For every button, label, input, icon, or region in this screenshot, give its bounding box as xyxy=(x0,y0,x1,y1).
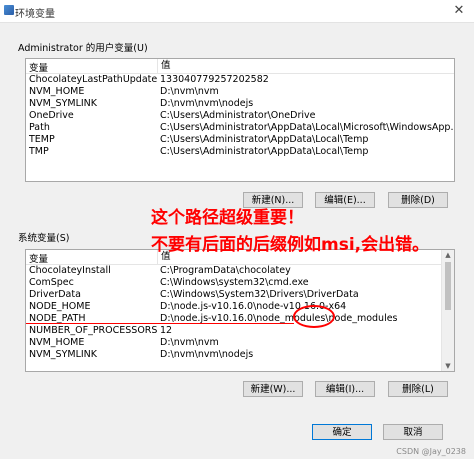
annotation-line-1: 这个路径超级重要！ xyxy=(151,208,304,228)
user-variables-label: Administrator 的用户变量(U) xyxy=(18,43,148,54)
table-row[interactable]: ComSpec C:\Windows\system32\cmd.exe xyxy=(26,277,454,289)
list-header[interactable]: 变量 值 xyxy=(26,59,454,74)
cancel-button[interactable]: 取消 xyxy=(383,424,443,440)
scroll-up-icon[interactable]: ▲ xyxy=(442,250,454,260)
system-variables-label: 系统变量(S) xyxy=(18,233,70,244)
table-row[interactable]: Path C:\Users\Administrator\AppData\Local… xyxy=(26,122,454,134)
scrollbar-thumb[interactable] xyxy=(445,262,451,310)
system-delete-button[interactable]: 删除(L) xyxy=(388,381,448,397)
table-row[interactable]: NVM_SYMLINK D:\nvm\nvm\nodejs xyxy=(26,98,454,110)
column-header-variable[interactable]: 变量 xyxy=(29,251,48,265)
variable-value: D:\nvm\nvm xyxy=(160,86,219,97)
variable-value: C:\Windows\System32\Drivers\DriverData xyxy=(160,289,359,300)
table-row[interactable]: NUMBER_OF_PROCESSORS 12 xyxy=(26,325,454,337)
ok-button[interactable]: 确定 xyxy=(312,424,372,440)
column-header-value[interactable]: 值 xyxy=(157,59,171,73)
variable-name: NVM_SYMLINK xyxy=(29,98,98,109)
window-app-icon xyxy=(4,5,14,15)
table-row[interactable]: OneDrive C:\Users\Administrator\OneDrive xyxy=(26,110,454,122)
table-row[interactable]: DriverData C:\Windows\System32\Drivers\Dr… xyxy=(26,289,454,301)
watermark: CSDN @Jay_0238 xyxy=(396,447,466,456)
variable-value: D:\nvm\nvm xyxy=(160,337,219,348)
table-row[interactable]: NVM_HOME D:\nvm\nvm xyxy=(26,86,454,98)
variable-name: DriverData xyxy=(29,289,81,300)
table-row[interactable]: NVM_SYMLINK D:\nvm\nvm\nodejs xyxy=(26,349,454,361)
variable-name: TMP xyxy=(29,146,49,157)
variable-value: D:\nvm\nvm\nodejs xyxy=(160,349,254,360)
variable-value: C:\Users\Administrator\OneDrive xyxy=(160,110,316,121)
variable-value: C:\Users\Administrator\AppData\Local\Tem… xyxy=(160,146,369,157)
window-title: 环境变量 xyxy=(15,9,55,20)
system-new-button[interactable]: 新建(W)... xyxy=(243,381,303,397)
annotation-circle xyxy=(293,305,335,328)
variable-value: D:\nvm\nvm\nodejs xyxy=(160,98,254,109)
variable-name: NODE_HOME xyxy=(29,301,91,312)
table-row[interactable]: ChocolateyLastPathUpdate 1330407792572025… xyxy=(26,74,454,86)
system-variables-list[interactable]: 变量 值 ChocolateyInstall C:\ProgramData\cho… xyxy=(25,249,455,372)
column-header-variable[interactable]: 变量 xyxy=(29,60,48,74)
variable-value: 12 xyxy=(160,325,173,336)
user-variables-rows: ChocolateyLastPathUpdate 1330407792572025… xyxy=(26,74,454,158)
table-row[interactable]: TMP C:\Users\Administrator\AppData\Local\… xyxy=(26,146,454,158)
user-edit-button[interactable]: 编辑(E)... xyxy=(315,192,375,208)
system-edit-button[interactable]: 编辑(I)... xyxy=(315,381,375,397)
variable-name: TEMP xyxy=(29,134,55,145)
table-row[interactable]: TEMP C:\Users\Administrator\AppData\Local… xyxy=(26,134,454,146)
annotation-line-2: 不要有后面的后缀例如msi,会出错。 xyxy=(151,235,430,255)
variable-name: ChocolateyLastPathUpdate xyxy=(29,74,158,85)
close-icon[interactable]: ✕ xyxy=(450,2,468,20)
title-bar: 环境变量 ✕ xyxy=(0,0,474,23)
table-row[interactable]: ChocolateyInstall C:\ProgramData\chocolat… xyxy=(26,265,454,277)
variable-value: C:\Users\Administrator\AppData\Local\Mic… xyxy=(160,122,455,133)
variable-name: NVM_HOME xyxy=(29,337,85,348)
variable-name: NVM_HOME xyxy=(29,86,85,97)
variable-name: ComSpec xyxy=(29,277,74,288)
user-delete-button[interactable]: 删除(D) xyxy=(388,192,448,208)
table-row[interactable]: NODE_HOME D:\node.js-v10.16.0\node-v10.16… xyxy=(26,301,454,313)
vertical-scrollbar[interactable]: ▲ ▼ xyxy=(441,250,454,371)
user-variables-list[interactable]: 变量 值 ChocolateyLastPathUpdate 13304077925… xyxy=(25,58,455,182)
variable-name: NVM_SYMLINK xyxy=(29,349,98,360)
annotation-underline xyxy=(26,323,294,324)
variable-value: 133040779257202582 xyxy=(160,74,269,85)
variable-name: OneDrive xyxy=(29,110,74,121)
variable-name: NUMBER_OF_PROCESSORS xyxy=(29,325,158,336)
scroll-down-icon[interactable]: ▼ xyxy=(442,361,454,371)
variable-value: C:\Windows\system32\cmd.exe xyxy=(160,277,309,288)
variable-value: C:\ProgramData\chocolatey xyxy=(160,265,291,276)
variable-name: Path xyxy=(29,122,50,133)
system-variables-rows: ChocolateyInstall C:\ProgramData\chocolat… xyxy=(26,265,454,361)
variable-value: C:\Users\Administrator\AppData\Local\Tem… xyxy=(160,134,369,145)
table-row[interactable]: NVM_HOME D:\nvm\nvm xyxy=(26,337,454,349)
variable-name: ChocolateyInstall xyxy=(29,265,111,276)
